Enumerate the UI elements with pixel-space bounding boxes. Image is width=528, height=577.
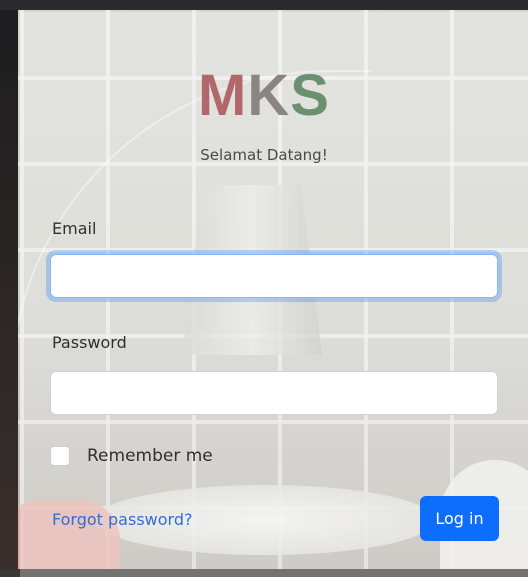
- remember-me-row[interactable]: Remember me: [50, 446, 213, 466]
- password-field[interactable]: [50, 371, 498, 415]
- login-button[interactable]: Log in: [420, 496, 499, 541]
- logo-letter-m: M: [198, 63, 248, 128]
- password-label: Password: [52, 333, 127, 352]
- email-field[interactable]: [50, 254, 498, 298]
- brand-logo: MKS: [0, 62, 528, 129]
- remember-me-checkbox[interactable]: [50, 446, 70, 466]
- background-top-edge: [0, 0, 528, 10]
- logo-letter-s: S: [290, 63, 330, 128]
- forgot-password-link[interactable]: Forgot password?: [52, 510, 192, 529]
- logo-letter-k: K: [247, 63, 291, 128]
- email-label: Email: [52, 219, 97, 238]
- remember-me-label[interactable]: Remember me: [87, 446, 213, 466]
- welcome-text: Selamat Datang!: [200, 146, 328, 164]
